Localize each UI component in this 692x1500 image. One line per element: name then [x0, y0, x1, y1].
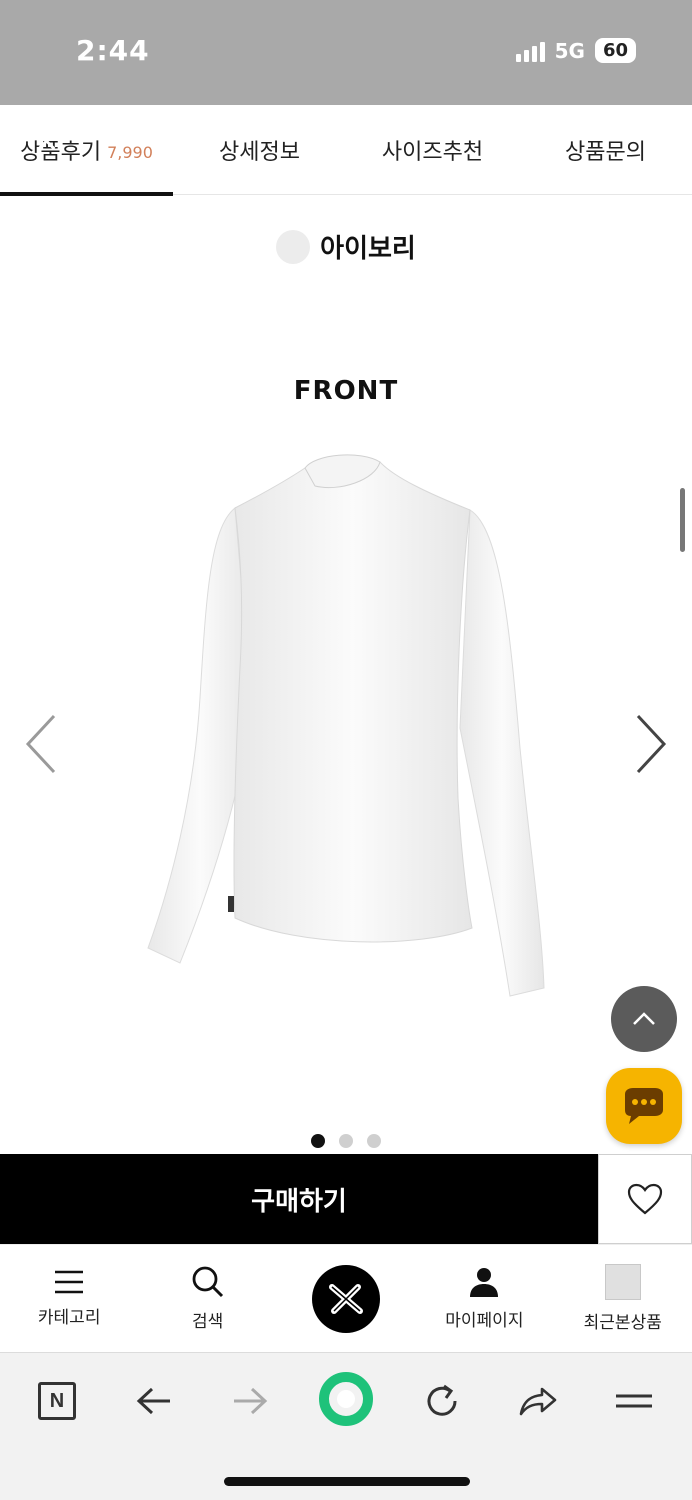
naver-home-icon[interactable]: N	[31, 1375, 83, 1427]
tab-size-recommend[interactable]: 사이즈추천	[346, 105, 519, 195]
tab-details[interactable]: 상세정보	[173, 105, 346, 195]
tab-size-label: 사이즈추천	[381, 140, 484, 165]
heart-icon	[627, 1183, 663, 1215]
color-swatch	[276, 229, 311, 264]
nav-category[interactable]: 카테고리	[0, 1245, 138, 1352]
tab-details-label: 상세정보	[219, 140, 300, 165]
refresh-icon[interactable]	[416, 1375, 468, 1427]
tab-qna[interactable]: 상품문의	[519, 105, 692, 195]
carousel-dot[interactable]	[311, 1134, 325, 1148]
wishlist-button[interactable]	[598, 1154, 692, 1244]
nav-home[interactable]	[277, 1245, 415, 1352]
purchase-bar: 구매하기	[0, 1154, 692, 1244]
status-time: 2:44	[76, 34, 150, 67]
search-icon	[192, 1266, 223, 1298]
chevron-right-icon[interactable]	[630, 712, 670, 776]
status-indicators: 5G 60	[515, 38, 636, 63]
tab-reviews[interactable]: 상품후기 7,990	[0, 105, 173, 196]
product-tabs: 상품후기 7,990 상세정보 사이즈추천 상품문의 ✕	[0, 105, 692, 196]
chat-button[interactable]	[606, 1068, 682, 1144]
brand-logo-icon	[311, 1264, 380, 1333]
tab-qna-label: 상품문의	[565, 140, 646, 165]
review-count: 7,990	[107, 142, 153, 162]
battery-level: 60	[594, 38, 636, 63]
carousel-dot[interactable]	[339, 1134, 353, 1148]
user-icon	[470, 1268, 499, 1297]
nav-recent-label: 최근본상품	[583, 1313, 662, 1333]
buy-button[interactable]: 구매하기	[0, 1154, 598, 1244]
product-image	[147, 454, 545, 997]
back-icon[interactable]	[128, 1375, 180, 1427]
home-indicator	[224, 1477, 470, 1486]
scrollbar[interactable]	[680, 488, 685, 552]
status-bar: 2:44 5G 60	[0, 0, 692, 105]
recent-thumbnail	[604, 1264, 641, 1300]
menu-icon	[55, 1270, 84, 1294]
nav-search-label: 검색	[191, 1312, 224, 1332]
share-icon[interactable]	[512, 1375, 564, 1427]
green-dot-icon[interactable]	[318, 1371, 374, 1427]
chevron-up-icon	[633, 1012, 655, 1025]
close-icon[interactable]: ✕	[34, 125, 59, 160]
view-label: FRONT	[293, 376, 399, 406]
bottom-nav: 카테고리 검색 마이페이지 최근본상품	[0, 1244, 692, 1352]
color-option: 아이보리	[0, 228, 692, 265]
scroll-top-button[interactable]	[611, 986, 677, 1052]
tab-reviews-label: 상품후기	[20, 140, 102, 165]
carousel-dots	[0, 1134, 692, 1148]
chat-bubble-icon	[625, 1088, 663, 1124]
nav-search[interactable]: 검색	[138, 1245, 276, 1352]
color-name: 아이보리	[320, 234, 416, 264]
signal-icon	[515, 40, 545, 62]
nav-mypage[interactable]: 마이페이지	[415, 1245, 553, 1352]
forward-icon[interactable]	[224, 1375, 276, 1427]
nav-category-label: 카테고리	[37, 1308, 101, 1328]
carousel-dot[interactable]	[367, 1134, 381, 1148]
more-menu-icon[interactable]	[608, 1375, 660, 1427]
chevron-left-icon[interactable]	[22, 712, 62, 776]
network-type: 5G	[554, 38, 585, 63]
nav-mypage-label: 마이페이지	[445, 1311, 524, 1331]
nav-recent[interactable]: 최근본상품	[554, 1245, 692, 1352]
